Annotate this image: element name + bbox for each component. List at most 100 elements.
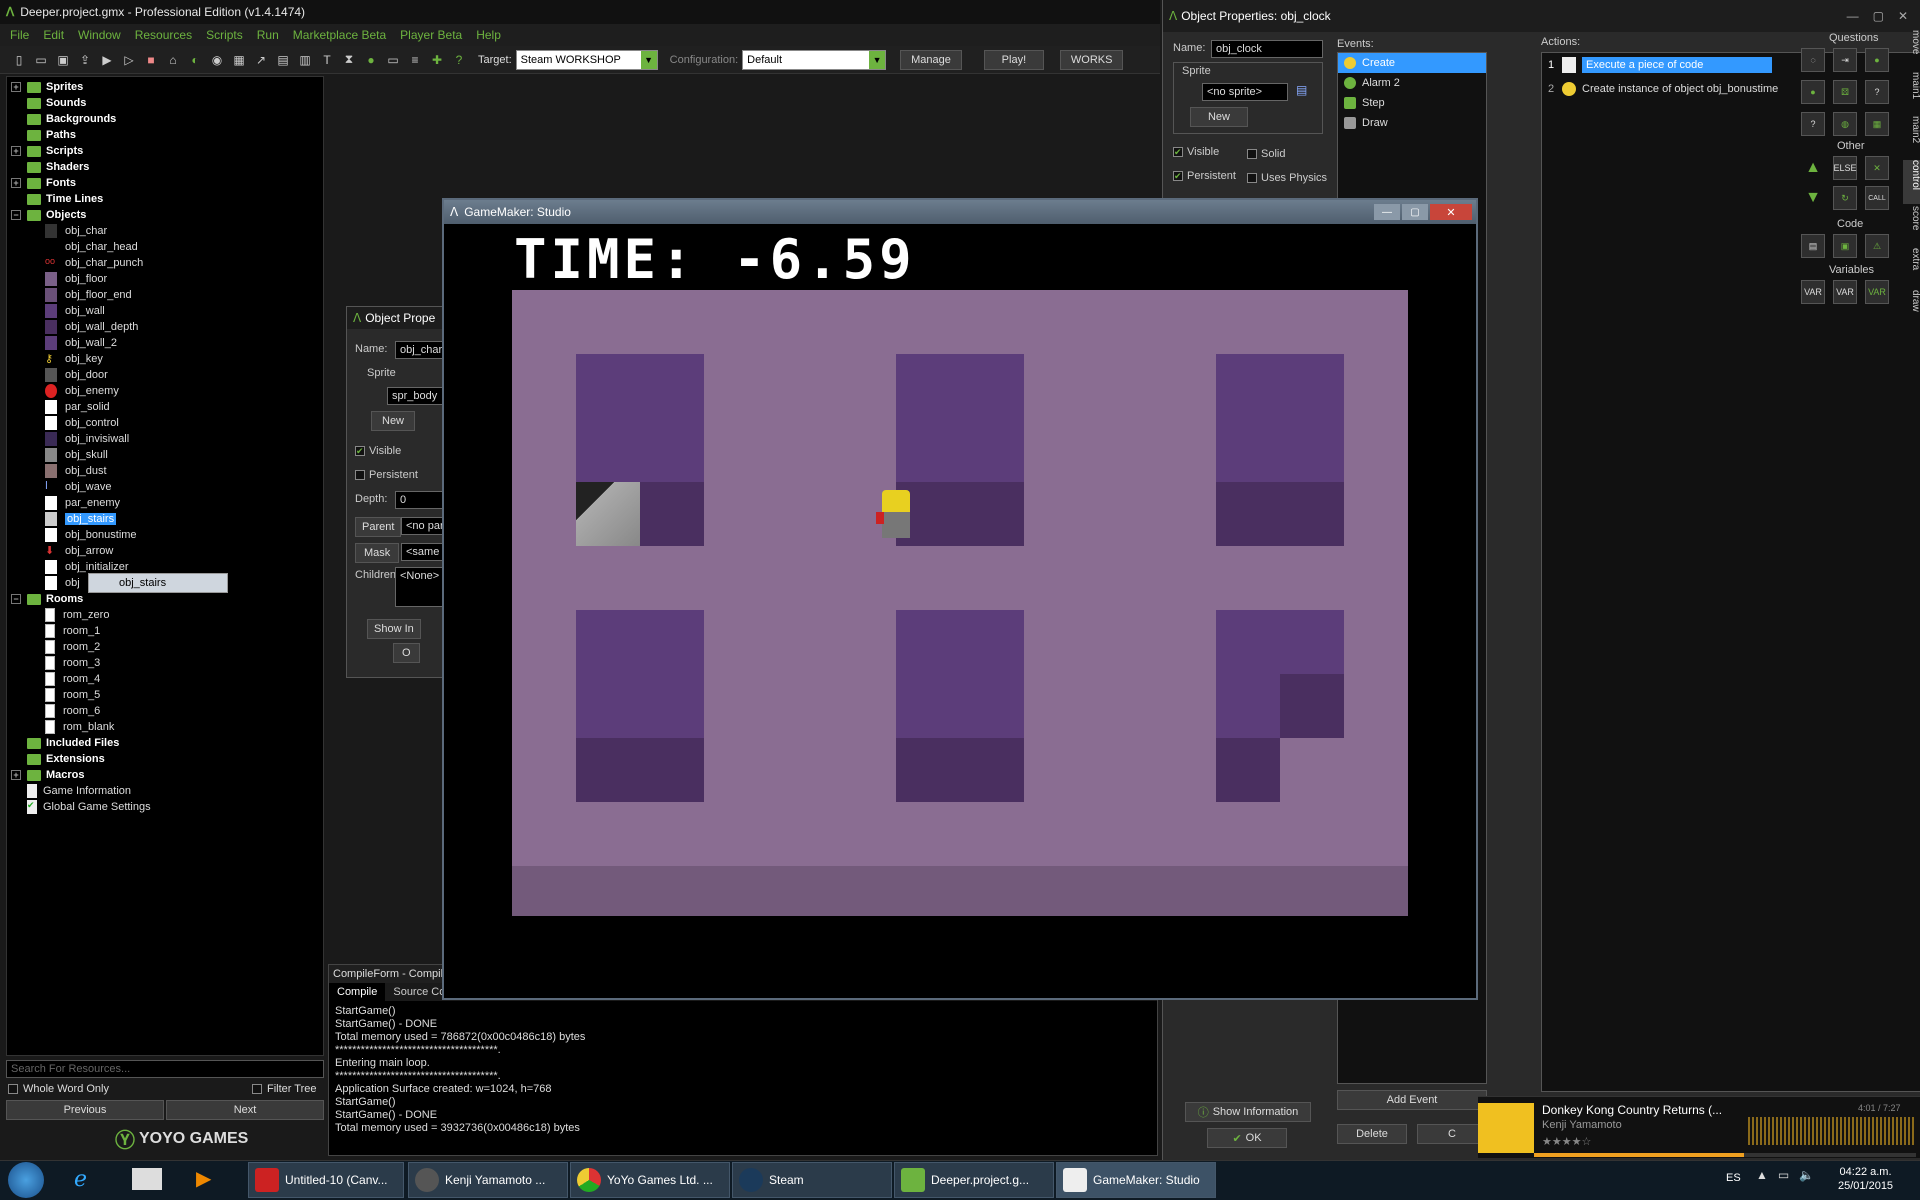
language-indicator[interactable]: ES (1726, 1172, 1741, 1184)
ie-icon[interactable]: ℯ (74, 1166, 87, 1192)
tree-item[interactable]: obj_wall_2 (45, 335, 323, 351)
menu-scripts[interactable]: Scripts (206, 28, 243, 42)
tree-folder-extensions[interactable]: Extensions (7, 751, 323, 767)
debug-icon[interactable]: ▷ (120, 51, 138, 69)
task-gms-ide[interactable]: Deeper.project.g... (894, 1162, 1054, 1198)
volume-icon[interactable]: 🔈 (1799, 1168, 1814, 1182)
tree-folder-timelines[interactable]: Time Lines (7, 191, 323, 207)
tree-folder-included-files[interactable]: Included Files (7, 735, 323, 751)
whole-word-option[interactable]: Whole Word Only (8, 1083, 109, 1095)
check-empty-icon[interactable]: ◌ (1801, 48, 1825, 72)
check-grid-icon[interactable]: ▦ (1865, 112, 1889, 136)
expand-icon[interactable]: + (11, 178, 21, 188)
music-progress[interactable] (1534, 1153, 1916, 1157)
mask-button[interactable]: Mask (355, 543, 400, 563)
start-block-icon[interactable]: ▲ (1801, 156, 1825, 180)
tree-folder-scripts[interactable]: + Scripts (7, 143, 323, 159)
clock-new-sprite-button[interactable]: New (1190, 107, 1248, 127)
event-step[interactable]: Step (1338, 93, 1486, 113)
tree-folder-macros[interactable]: + Macros (7, 767, 323, 783)
execute-code-icon[interactable]: ▤ (1801, 234, 1825, 258)
clock-visible-checkbox[interactable]: ✔ (1173, 147, 1183, 157)
tree-folder-fonts[interactable]: + Fonts (7, 175, 323, 191)
menu-edit[interactable]: Edit (43, 28, 64, 42)
run-icon[interactable]: ▶ (98, 51, 116, 69)
tree-item[interactable]: par_solid (45, 399, 323, 415)
visible-checkbox[interactable]: ✔ (355, 446, 365, 456)
tray-arrow-icon[interactable]: ▲ (1756, 1168, 1768, 1182)
clock-sprite-field[interactable]: <no sprite> (1202, 83, 1288, 101)
tree-item[interactable]: obj_bonustime (45, 527, 323, 543)
game-canvas[interactable]: TIME: -6.59 (444, 224, 1476, 998)
media-player-icon[interactable]: ▶ (196, 1166, 211, 1191)
background-icon[interactable]: ▦ (230, 51, 248, 69)
filter-tree-option[interactable]: Filter Tree (252, 1083, 317, 1095)
sprite-browse-icon[interactable]: ▤ (1296, 83, 1307, 97)
tree-item[interactable]: ǀ obj_wave (45, 479, 323, 495)
menu-file[interactable]: File (10, 28, 29, 42)
next-button[interactable]: Next (166, 1100, 324, 1120)
clock-solid-option[interactable]: Solid (1247, 148, 1285, 160)
clock-show-info-button[interactable]: ⓘ Show Information (1185, 1102, 1311, 1122)
event-draw[interactable]: Draw (1338, 113, 1486, 133)
tree-item[interactable]: obj_char (45, 223, 323, 239)
close-icon[interactable]: ✕ (1430, 204, 1472, 220)
call-event-icon[interactable]: CALL (1865, 186, 1889, 210)
ok-button[interactable]: O (393, 643, 420, 663)
tree-item[interactable]: obj_door (45, 367, 323, 383)
clock-visible-option[interactable]: ✔ Visible (1173, 146, 1219, 158)
clock-ok-button[interactable]: ✔ OK (1207, 1128, 1287, 1148)
menu-run[interactable]: Run (257, 28, 279, 42)
whole-word-checkbox[interactable] (8, 1084, 18, 1094)
sound-icon[interactable]: ◉ (208, 51, 226, 69)
game-info-icon[interactable]: ≡ (406, 51, 424, 69)
task-music[interactable]: Kenji Yamamoto ... (408, 1162, 568, 1198)
tree-item[interactable]: par_enemy (45, 495, 323, 511)
previous-button[interactable]: Previous (6, 1100, 164, 1120)
clock-persistent-checkbox[interactable]: ✔ (1173, 171, 1183, 181)
tree-global-settings[interactable]: ✔ Global Game Settings (7, 799, 323, 815)
minimize-icon[interactable]: — (1374, 204, 1400, 220)
new-sprite-button[interactable]: New (371, 411, 416, 431)
set-variable-icon[interactable]: VAR (1801, 280, 1825, 304)
tree-folder-backgrounds[interactable]: Backgrounds (7, 111, 323, 127)
task-flash[interactable]: Untitled-10 (Canv... (248, 1162, 404, 1198)
task-gms-game[interactable]: GameMaker: Studio (1056, 1162, 1216, 1198)
change-event-button[interactable]: C (1417, 1124, 1487, 1144)
script-icon[interactable]: ▤ (274, 51, 292, 69)
expand-icon[interactable]: + (11, 82, 21, 92)
expand-icon[interactable]: + (11, 146, 21, 156)
collapse-icon[interactable]: − (11, 210, 21, 220)
shader-icon[interactable]: ▥ (296, 51, 314, 69)
tree-room[interactable]: room_3 (45, 655, 323, 671)
sprite-field[interactable]: spr_body (387, 387, 447, 405)
lib-tab-score[interactable]: score (1903, 206, 1920, 246)
clock-name-field[interactable]: obj_clock (1211, 40, 1323, 58)
add-event-button[interactable]: Add Event (1337, 1090, 1487, 1110)
tree-room[interactable]: room_1 (45, 623, 323, 639)
minimize-icon[interactable]: — (1847, 9, 1859, 23)
lib-tab-draw[interactable]: draw (1903, 290, 1920, 330)
path-icon[interactable]: ↗ (252, 51, 270, 69)
menu-marketplace[interactable]: Marketplace Beta (293, 28, 386, 42)
sprite-icon[interactable]: ◐ (186, 51, 204, 69)
tree-folder-sprites[interactable]: + Sprites (7, 79, 323, 95)
task-chrome[interactable]: YoYo Games Ltd. ... (570, 1162, 730, 1198)
target-select[interactable]: Steam WORKSHOP ▼ (515, 49, 658, 70)
persistent-checkbox[interactable] (355, 470, 365, 480)
end-block-icon[interactable]: ▼ (1801, 186, 1825, 210)
menu-resources[interactable]: Resources (135, 28, 192, 42)
tree-room[interactable]: rom_zero (45, 607, 323, 623)
tree-room[interactable]: room_6 (45, 703, 323, 719)
tree-item[interactable]: ⚷ obj_key (45, 351, 323, 367)
object-icon[interactable]: ● (362, 51, 380, 69)
maximize-icon[interactable]: ▢ (1402, 204, 1428, 220)
repeat-icon[interactable]: ↻ (1833, 186, 1857, 210)
tree-item[interactable]: obj_char_head (45, 239, 323, 255)
tree-room[interactable]: room_5 (45, 687, 323, 703)
settings-icon[interactable]: ✚ (428, 51, 446, 69)
tree-item[interactable]: oo obj_char_punch (45, 255, 323, 271)
tree-game-information[interactable]: Game Information (7, 783, 323, 799)
app-pinned-icon[interactable] (132, 1168, 162, 1190)
timeline-icon[interactable]: ⧗ (340, 51, 358, 69)
